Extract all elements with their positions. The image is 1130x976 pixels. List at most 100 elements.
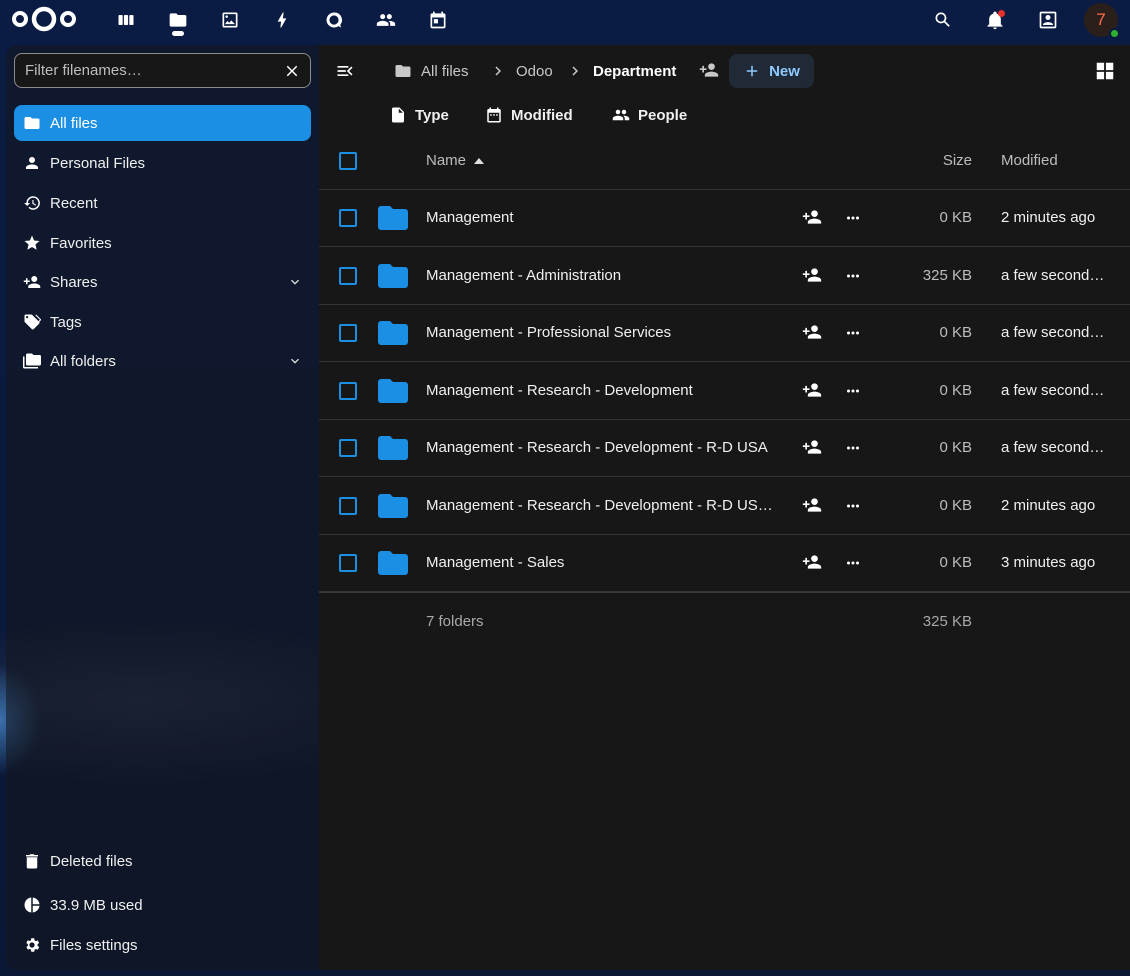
- share-folder-icon[interactable]: [699, 60, 721, 82]
- filter-filenames-input[interactable]: [25, 62, 275, 79]
- breadcrumb-all-files[interactable]: All files: [394, 59, 469, 83]
- files-app-icon[interactable]: [165, 7, 191, 33]
- files-settings-button[interactable]: Files settings: [14, 927, 311, 963]
- folder-icon[interactable]: [375, 432, 411, 464]
- file-name[interactable]: Management - Research - Development - R-…: [426, 497, 786, 514]
- new-button[interactable]: New: [729, 54, 814, 88]
- row-checkbox[interactable]: [339, 554, 357, 572]
- share-icon[interactable]: [802, 552, 824, 574]
- more-actions-icon[interactable]: [842, 495, 864, 517]
- folder-icon[interactable]: [375, 202, 411, 234]
- more-actions-icon[interactable]: [842, 265, 864, 287]
- storage-quota[interactable]: 33.9 MB used: [14, 887, 311, 923]
- sidebar-item-all-folders[interactable]: All folders: [14, 343, 311, 379]
- more-actions-icon[interactable]: [842, 322, 864, 344]
- filter-people-button[interactable]: People: [612, 101, 687, 129]
- file-modified: a few second…: [1001, 266, 1105, 284]
- more-actions-icon[interactable]: [842, 437, 864, 459]
- dashboard-app-icon[interactable]: [113, 7, 139, 33]
- filter-filenames-field[interactable]: [14, 53, 311, 88]
- user-avatar[interactable]: 7: [1084, 3, 1120, 39]
- folder-icon[interactable]: [375, 260, 411, 292]
- chevron-right-icon: [489, 59, 507, 83]
- search-icon[interactable]: [930, 7, 956, 33]
- folder-icon[interactable]: [375, 490, 411, 522]
- row-checkbox[interactable]: [339, 496, 357, 515]
- sidebar-item-favorites[interactable]: Favorites: [14, 225, 311, 261]
- table-row[interactable]: Management - Sales 0 KB 3 minutes ago: [319, 535, 1130, 592]
- folder-icon: [395, 65, 411, 77]
- table-row[interactable]: Management - Research - Development 0 KB a…: [319, 363, 1130, 420]
- file-name[interactable]: Management - Administration: [426, 267, 786, 284]
- table-row[interactable]: Management - Research - Development - R-…: [319, 420, 1130, 477]
- column-header-size[interactable]: Size: [943, 152, 972, 169]
- breadcrumb-label: Odoo: [516, 62, 553, 80]
- row-checkbox[interactable]: [339, 209, 357, 227]
- file-name[interactable]: Management - Sales: [426, 554, 786, 571]
- row-checkbox[interactable]: [339, 439, 357, 457]
- column-label: Name: [426, 152, 467, 169]
- sidebar-item-personal-files[interactable]: Personal Files: [14, 145, 311, 181]
- share-icon[interactable]: [802, 380, 824, 402]
- sidebar-item-deleted-files[interactable]: Deleted files: [14, 843, 311, 879]
- sidebar-item-label: All folders: [50, 352, 116, 370]
- select-all-checkbox[interactable]: [339, 152, 357, 170]
- table-row[interactable]: Management - Administration 325 KB a few s…: [319, 248, 1130, 305]
- file-size: 0 KB: [939, 554, 972, 571]
- file-name[interactable]: Management - Research - Development - R-…: [426, 439, 786, 456]
- table-row[interactable]: Management 0 KB 2 minutes ago: [319, 190, 1130, 247]
- summary-total-size: 325 KB: [922, 613, 972, 630]
- file-name[interactable]: Management: [426, 209, 786, 226]
- breadcrumb-department[interactable]: Department: [593, 59, 676, 83]
- sidebar-item-all-files[interactable]: All files: [14, 105, 311, 141]
- sidebar-item-label: Recent: [50, 194, 98, 212]
- grid-view-icon[interactable]: [1093, 59, 1117, 83]
- activity-app-icon[interactable]: [269, 7, 295, 33]
- more-actions-icon[interactable]: [842, 552, 864, 574]
- breadcrumb-odoo[interactable]: Odoo: [516, 59, 553, 83]
- close-icon[interactable]: [282, 61, 302, 81]
- sidebar-item-label: Personal Files: [50, 154, 146, 172]
- filter-type-button[interactable]: Type: [389, 101, 449, 129]
- column-header-modified[interactable]: Modified: [1001, 152, 1058, 169]
- folder-icon[interactable]: [375, 317, 411, 349]
- folder-icon[interactable]: [375, 547, 411, 579]
- notifications-bell-icon[interactable]: [982, 7, 1008, 33]
- share-icon[interactable]: [802, 265, 824, 287]
- filter-modified-button[interactable]: Modified: [485, 101, 573, 129]
- chart-pie-icon: [14, 887, 50, 923]
- share-icon[interactable]: [802, 322, 824, 344]
- share-icon[interactable]: [802, 437, 824, 459]
- share-icon[interactable]: [802, 207, 824, 229]
- folder-icon[interactable]: [375, 375, 411, 407]
- file-icon: [392, 107, 404, 123]
- row-checkbox[interactable]: [339, 324, 357, 342]
- more-actions-icon[interactable]: [842, 207, 864, 229]
- sidebar-item-recent[interactable]: Recent: [14, 185, 311, 221]
- toggle-navigation-icon[interactable]: [333, 59, 357, 83]
- talk-app-icon[interactable]: [321, 7, 347, 33]
- file-size: 0 KB: [939, 496, 972, 514]
- contacts-menu-icon[interactable]: [1035, 7, 1061, 33]
- chevron-down-icon[interactable]: [287, 274, 303, 290]
- photos-app-icon[interactable]: [217, 7, 243, 33]
- table-row[interactable]: Management - Research - Development - R-…: [319, 478, 1130, 535]
- row-checkbox[interactable]: [339, 266, 357, 285]
- chevron-down-icon[interactable]: [287, 353, 303, 369]
- calendar-app-icon[interactable]: [425, 7, 451, 33]
- contacts-app-icon[interactable]: [373, 7, 399, 33]
- nextcloud-logo-icon[interactable]: [11, 6, 77, 32]
- column-header-name[interactable]: Name: [426, 152, 485, 169]
- avatar-initial: 7: [1096, 10, 1106, 29]
- notification-badge: [998, 10, 1005, 17]
- star-icon: [14, 225, 50, 261]
- table-row[interactable]: Management - Professional Services 0 KB a …: [319, 305, 1130, 362]
- file-name[interactable]: Management - Research - Development: [426, 382, 786, 399]
- share-icon[interactable]: [802, 495, 824, 517]
- file-name[interactable]: Management - Professional Services: [426, 324, 786, 341]
- sidebar-item-label: All files: [50, 114, 98, 132]
- sidebar-item-tags[interactable]: Tags: [14, 304, 311, 340]
- more-actions-icon[interactable]: [842, 380, 864, 402]
- sidebar-item-shares[interactable]: Shares: [14, 264, 311, 300]
- row-checkbox[interactable]: [339, 381, 357, 400]
